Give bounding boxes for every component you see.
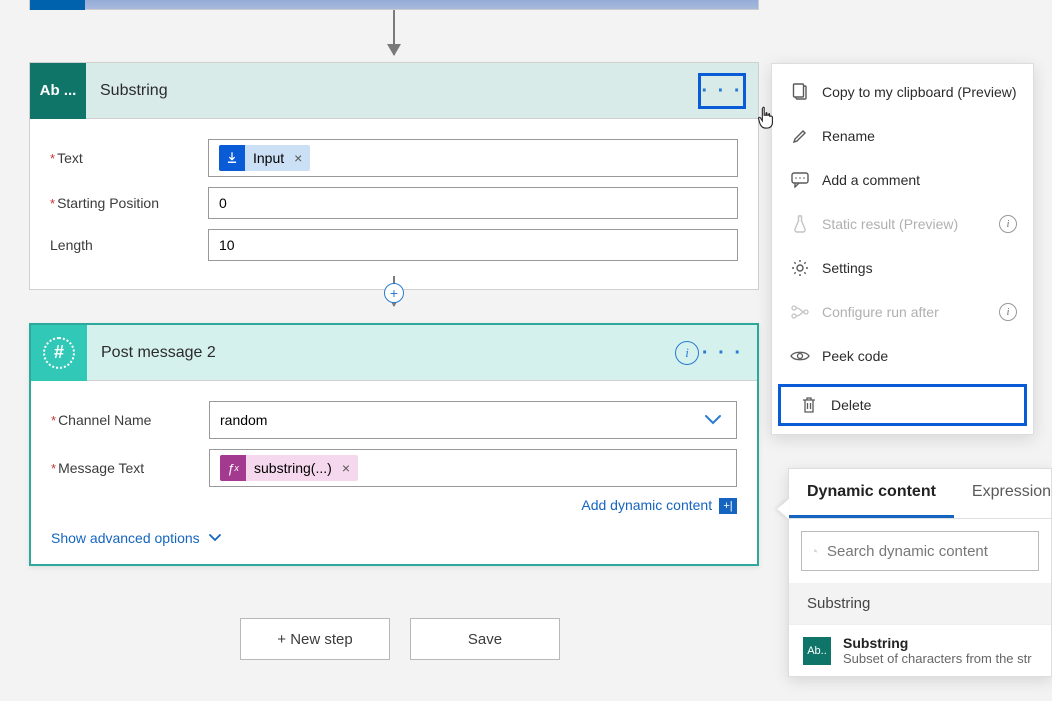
- menu-static-result: Static result (Preview) i: [772, 202, 1033, 246]
- substring-more-button[interactable]: · · ·: [698, 73, 746, 109]
- menu-settings[interactable]: Settings: [772, 246, 1033, 290]
- tab-expression[interactable]: Expression: [954, 469, 1052, 518]
- search-input[interactable]: [827, 543, 1026, 560]
- dynamic-content-group-header: Substring: [789, 583, 1051, 624]
- menu-peek-code[interactable]: Peek code: [772, 334, 1033, 378]
- flask-icon: [788, 215, 812, 233]
- show-advanced-options-toggle[interactable]: Show advanced options: [51, 530, 737, 546]
- text-operation-icon: Ab..: [803, 637, 831, 665]
- cursor-icon: [755, 106, 777, 130]
- search-icon: [814, 542, 817, 560]
- branch-icon: [788, 305, 812, 319]
- info-icon[interactable]: i: [675, 341, 699, 365]
- connector-arrow-1: [393, 10, 395, 55]
- chevron-down-icon: [704, 414, 722, 426]
- dynamic-content-item-substring[interactable]: Ab.. Substring Subset of characters from…: [789, 624, 1051, 676]
- field-row-message-text: *Message Text ƒx substring(...) ×: [51, 449, 737, 487]
- field-row-length: Length 10: [50, 229, 738, 261]
- post-message-more-button[interactable]: · · ·: [702, 342, 743, 365]
- field-row-text: *Text Input ×: [50, 139, 738, 177]
- panel-pointer-icon: [777, 499, 789, 519]
- substring-card-title: Substring: [100, 82, 168, 100]
- post-message-title: Post message 2: [101, 344, 216, 362]
- eye-icon: [788, 350, 812, 362]
- text-field-input[interactable]: Input ×: [208, 139, 738, 177]
- ellipsis-icon: · · ·: [701, 80, 742, 103]
- tab-dynamic-content[interactable]: Dynamic content: [789, 469, 954, 518]
- token-label: Input: [245, 146, 292, 170]
- fx-icon: ƒx: [220, 455, 246, 481]
- dynamic-content-search[interactable]: [801, 531, 1039, 571]
- dynamic-panel-tabs: Dynamic content Expression: [789, 469, 1051, 519]
- starting-position-input[interactable]: 0: [208, 187, 738, 219]
- add-dynamic-content-row: Add dynamic content +|: [51, 497, 737, 514]
- workflow-canvas: Ab ... Substring · · · *Text Input ×: [0, 0, 1052, 701]
- menu-add-comment[interactable]: Add a comment: [772, 158, 1033, 202]
- dynamic-item-title: Substring: [843, 635, 1032, 651]
- info-icon: i: [999, 303, 1017, 321]
- channel-name-select[interactable]: random: [209, 401, 737, 439]
- field-row-starting-position: *Starting Position 0: [50, 187, 738, 219]
- dynamic-item-text: Substring Subset of characters from the …: [843, 635, 1032, 666]
- menu-configure-run-after: Configure run after i: [772, 290, 1033, 334]
- channel-name-label: *Channel Name: [51, 412, 209, 428]
- length-input[interactable]: 10: [208, 229, 738, 261]
- substring-card-body: *Text Input × *Starting Position 0 Lengt…: [30, 119, 758, 289]
- post-message-header[interactable]: # Post message 2 i · · ·: [31, 325, 757, 381]
- dynamic-content-badge-icon: +|: [719, 498, 737, 514]
- post-message-body: *Channel Name random *Message Text ƒx su…: [31, 381, 757, 564]
- clipboard-icon: [788, 83, 812, 101]
- chevron-down-icon: [208, 533, 222, 543]
- trigger-card-partial: [29, 0, 759, 10]
- comment-icon: [788, 172, 812, 188]
- variable-icon: [219, 145, 245, 171]
- message-text-input[interactable]: ƒx substring(...) ×: [209, 449, 737, 487]
- token-remove-icon[interactable]: ×: [340, 460, 358, 476]
- menu-copy-clipboard[interactable]: Copy to my clipboard (Preview): [772, 70, 1033, 114]
- channel-name-value: random: [220, 412, 267, 428]
- trash-icon: [797, 396, 821, 414]
- token-remove-icon[interactable]: ×: [292, 150, 310, 166]
- post-message-action-card: # Post message 2 i · · · *Channel Name r…: [29, 323, 759, 566]
- trigger-card-icon: [30, 0, 85, 10]
- pencil-icon: [788, 128, 812, 144]
- slack-icon: #: [31, 325, 87, 381]
- new-step-button[interactable]: + New step: [240, 618, 390, 660]
- input-token[interactable]: Input ×: [219, 145, 310, 171]
- dynamic-content-panel: Dynamic content Expression Substring Ab.…: [788, 468, 1052, 677]
- add-dynamic-content-link[interactable]: Add dynamic content: [581, 497, 712, 513]
- message-text-label: *Message Text: [51, 460, 209, 476]
- substring-card-header[interactable]: Ab ... Substring · · ·: [30, 63, 758, 119]
- text-field-label: *Text: [50, 150, 208, 166]
- length-label: Length: [50, 237, 208, 253]
- expression-token[interactable]: ƒx substring(...) ×: [220, 455, 358, 481]
- action-context-menu: Copy to my clipboard (Preview) Rename Ad…: [771, 63, 1034, 435]
- text-operation-icon: Ab ...: [30, 63, 86, 119]
- footer-buttons: + New step Save: [240, 618, 560, 660]
- field-row-channel: *Channel Name random: [51, 401, 737, 439]
- dynamic-item-subtitle: Subset of characters from the str: [843, 651, 1032, 666]
- menu-delete[interactable]: Delete: [778, 384, 1027, 426]
- gear-icon: [788, 259, 812, 277]
- save-button[interactable]: Save: [410, 618, 560, 660]
- add-step-inline-button[interactable]: +: [384, 283, 404, 303]
- info-icon: i: [999, 215, 1017, 233]
- starting-position-label: *Starting Position: [50, 195, 208, 211]
- token-label: substring(...): [246, 456, 340, 480]
- substring-action-card: Ab ... Substring · · · *Text Input ×: [29, 62, 759, 290]
- menu-rename[interactable]: Rename: [772, 114, 1033, 158]
